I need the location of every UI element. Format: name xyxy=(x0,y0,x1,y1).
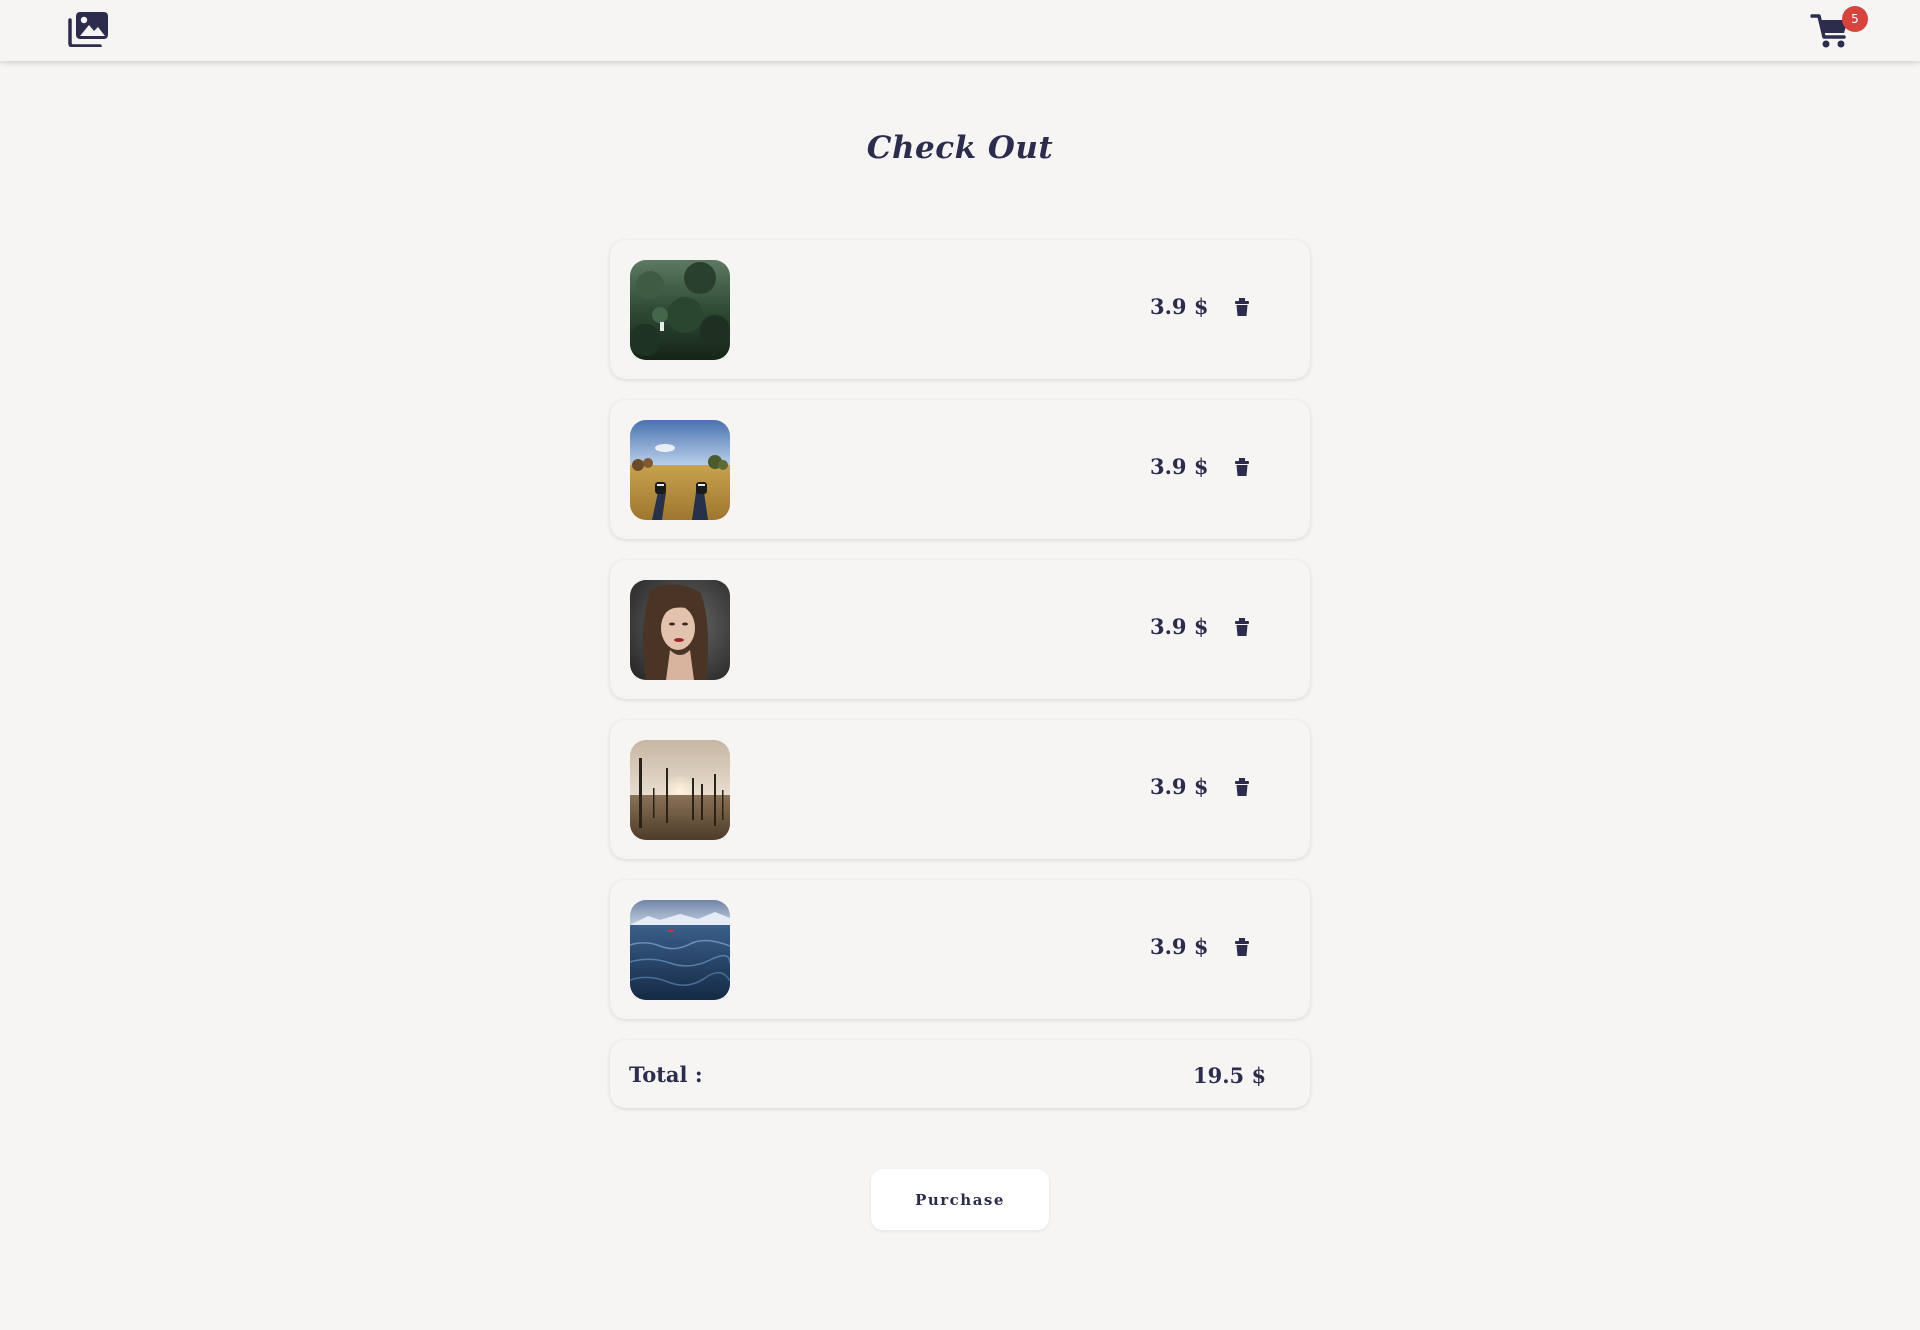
page-title: Check Out xyxy=(866,130,1054,166)
checkout-item: 3.9 $ xyxy=(610,240,1310,379)
total-value: 19.5 $ xyxy=(1193,1063,1267,1088)
checkout-item: 3.9 $ xyxy=(610,400,1310,539)
purchase-button[interactable]: Purchase xyxy=(871,1169,1049,1230)
trash-icon[interactable] xyxy=(1231,774,1253,800)
trash-icon[interactable] xyxy=(1231,934,1253,960)
checkout-item-list: 3.9 $ 3.9 $ 3.9 $ 3.9 $ 3.9 $ xyxy=(610,240,1310,1040)
item-price: 3.9 $ xyxy=(1150,294,1209,319)
item-price: 3.9 $ xyxy=(1150,774,1209,799)
item-price: 3.9 $ xyxy=(1150,614,1209,639)
trash-icon[interactable] xyxy=(1231,614,1253,640)
item-price: 3.9 $ xyxy=(1150,934,1209,959)
checkout-item: 3.9 $ xyxy=(610,720,1310,859)
item-thumbnail xyxy=(630,900,730,1000)
checkout-item: 3.9 $ xyxy=(610,560,1310,699)
item-thumbnail xyxy=(630,580,730,680)
item-thumbnail xyxy=(630,260,730,360)
item-thumbnail xyxy=(630,420,730,520)
total-label: Total : xyxy=(629,1062,703,1087)
item-price: 3.9 $ xyxy=(1150,454,1209,479)
trash-icon[interactable] xyxy=(1231,454,1253,480)
order-total-row: Total : 19.5 $ xyxy=(610,1040,1310,1108)
top-navigation-bar: 5 xyxy=(0,0,1920,61)
trash-icon[interactable] xyxy=(1231,294,1253,320)
images-gallery-icon[interactable] xyxy=(67,11,109,48)
checkout-item: 3.9 $ xyxy=(610,880,1310,1019)
cart-count-badge: 5 xyxy=(1842,6,1868,32)
item-thumbnail xyxy=(630,740,730,840)
